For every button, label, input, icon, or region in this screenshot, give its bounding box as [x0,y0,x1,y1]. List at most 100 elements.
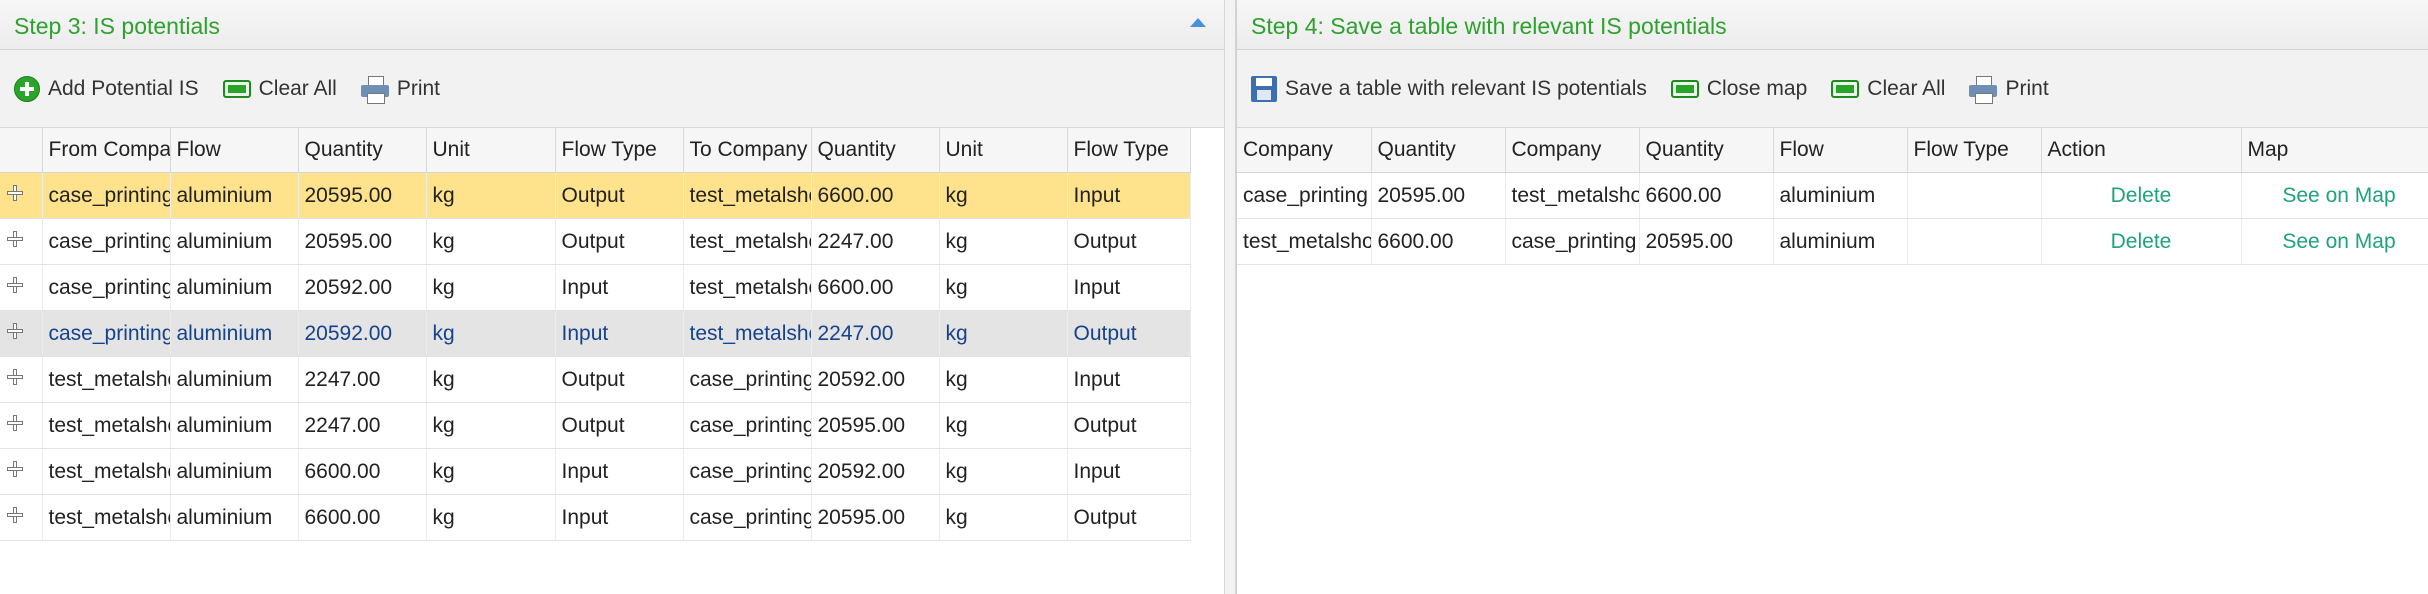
drag-move-icon [6,506,24,524]
table-row[interactable]: test_metalshopaluminium6600.00kgInputcas… [0,448,1191,495]
print-button[interactable]: Print [360,75,440,104]
table-cell: aluminium [170,494,299,541]
print-label: Print [396,76,440,100]
clear-all-button[interactable]: Clear All [1831,77,1945,101]
table-row[interactable]: case_printing aluminium 20592.00 kg Input tes… [0,310,1191,357]
table-cell: test_metalshop [683,264,812,311]
column-header[interactable]: Quantity [298,128,427,173]
column-header[interactable]: Quantity [811,128,940,173]
relevant-is-grid: Company Quantity Company Quantity Flow Flow T… [1237,128,2428,265]
delete-link[interactable]: Delete [2041,218,2242,265]
table-cell: Input [1067,172,1191,219]
column-header[interactable]: Map [2241,128,2428,173]
table-cell: 2247.00 [298,402,427,449]
save-table-button[interactable]: Save a table with relevant IS potentials [1251,75,1647,102]
table-cell: case_printing [42,264,171,311]
table-cell: case_printing [1505,218,1640,265]
table-cell: kg [426,310,556,357]
drag-handle[interactable] [0,402,43,449]
close-map-button[interactable]: Close map [1670,77,1807,101]
drag-move-icon [6,460,24,478]
column-header[interactable]: From Company [42,128,171,173]
column-header[interactable]: Action [2041,128,2242,173]
drag-move-icon [6,276,24,294]
toolbar: Save a table with relevant IS potentials… [1237,50,2428,128]
column-header[interactable]: Flow [1773,128,1908,173]
table-cell: Output [555,356,684,403]
drag-handle[interactable] [0,494,43,541]
delete-link[interactable]: Delete [2041,172,2242,219]
table-cell: 6600.00 [811,264,940,311]
table-cell: kg [939,218,1068,265]
table-cell: case_printing [42,218,171,265]
table-cell: case_printing [683,402,812,449]
print-button[interactable]: Print [1969,75,2049,104]
table-cell: Output [1067,402,1191,449]
table-cell: 20592.00 [298,310,427,357]
table-cell: test_metalshop [42,402,171,449]
drag-handle[interactable] [0,356,43,403]
print-label: Print [2005,76,2049,100]
column-header[interactable]: Flow [170,128,299,173]
table-cell: test_metalshop [42,448,171,495]
table-cell: kg [939,448,1068,495]
table-cell: Input [555,310,684,357]
table-cell: kg [939,310,1068,357]
is-potentials-panel: Step 3: IS potentials Add Potential IS C… [0,0,1225,594]
column-header[interactable]: Company [1505,128,1640,173]
column-header[interactable]: Quantity [1371,128,1506,173]
see-on-map-link[interactable]: See on Map [2241,218,2428,265]
save-icon [1251,75,1277,102]
drag-handle[interactable] [0,448,43,495]
table-cell: case_printing [683,494,812,541]
table-cell: kg [939,402,1068,449]
column-header[interactable]: Unit [939,128,1068,173]
table-cell: kg [426,494,556,541]
column-header[interactable]: Flow Type [1907,128,2042,173]
clear-all-button[interactable]: Clear All [222,76,337,101]
drag-handle[interactable] [0,310,43,357]
collapse-icon[interactable] [1190,18,1206,27]
table-row[interactable]: case_printing aluminium 20595.00 kg Output te… [0,172,1191,219]
close-map-icon [1670,79,1699,98]
drag-handle[interactable] [0,264,43,311]
table-row[interactable]: case_printing20595.00test_metalshop6600.… [1237,172,2428,219]
add-potential-is-button[interactable]: Add Potential IS [14,75,199,102]
table-cell: aluminium [170,402,299,449]
table-row[interactable]: test_metalshop6600.00case_printing20595.… [1237,218,2428,265]
drag-handle[interactable] [0,172,43,219]
table-row[interactable]: case_printing aluminium 20592.00 kg Input tes… [0,264,1191,311]
drag-move-icon [6,184,24,202]
column-header[interactable]: Company [1237,128,1372,173]
drag-column-header [0,128,43,173]
column-header[interactable]: Quantity [1639,128,1774,173]
column-header[interactable]: Unit [426,128,556,173]
table-cell: kg [939,356,1068,403]
table-cell: 6600.00 [1639,172,1774,219]
table-cell: 20595.00 [811,494,940,541]
table-cell: Input [555,448,684,495]
table-cell: Input [555,264,684,311]
drag-move-icon [6,368,24,386]
drag-handle[interactable] [0,218,43,265]
see-on-map-link[interactable]: See on Map [2241,172,2428,219]
table-cell: Output [555,172,684,219]
table-cell: kg [426,264,556,311]
relevant-is-panel: Step 4: Save a table with relevant IS po… [1236,0,2428,594]
grid-header-row: From CompanyFlowQuantityUnitFlow TypeTo … [0,128,1191,173]
drag-move-icon [6,414,24,432]
column-header[interactable]: To Company [683,128,812,173]
column-header[interactable]: Flow Type [1067,128,1191,173]
table-cell: Output [555,402,684,449]
panel-header: Step 3: IS potentials [0,0,1224,50]
table-row[interactable]: test_metalshopaluminium2247.00kgOutputca… [0,402,1191,449]
table-row[interactable]: test_metalshopaluminium2247.00kgOutputca… [0,356,1191,403]
table-cell: kg [426,448,556,495]
table-cell [1907,218,2042,265]
table-row[interactable]: test_metalshopaluminium6600.00kgInputcas… [0,494,1191,541]
panel-header: Step 4: Save a table with relevant IS po… [1237,0,2428,50]
column-header[interactable]: Flow Type [555,128,684,173]
clear-all-label: Clear All [258,76,337,100]
panel-splitter[interactable] [1224,0,1236,594]
table-row[interactable]: case_printing aluminium 20595.00 kg Output te… [0,218,1191,265]
